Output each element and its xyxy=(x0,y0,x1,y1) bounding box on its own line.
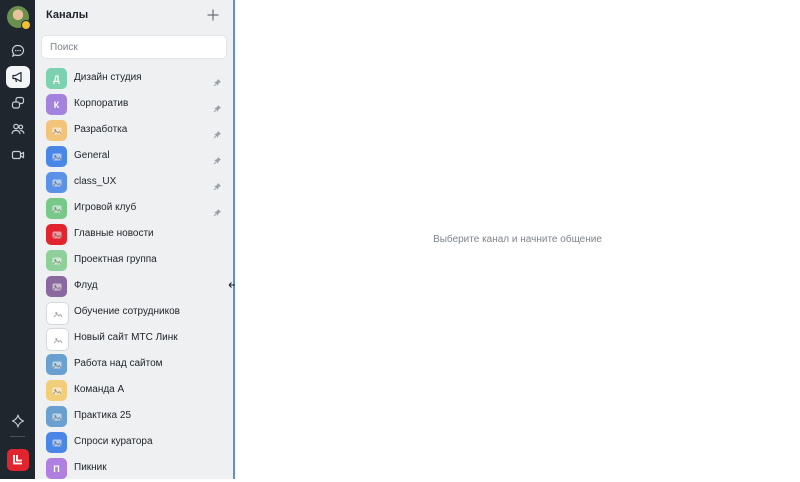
channel-image-icon xyxy=(52,179,61,186)
mts-link-logo-icon xyxy=(13,455,22,465)
channels-nav-button[interactable] xyxy=(6,66,30,88)
channel-item[interactable]: Спроси куратора xyxy=(35,430,233,456)
sparkle-icon xyxy=(11,414,25,428)
channel-name: Обучение сотрудников xyxy=(74,306,180,317)
channel-name: General xyxy=(74,150,110,161)
channel-avatar xyxy=(46,250,67,271)
channel-name: class_UX xyxy=(74,176,117,187)
pinned-indicator xyxy=(213,204,222,217)
channel-name: Команда А xyxy=(74,384,125,395)
channel-name: Спроси куратора xyxy=(74,436,153,447)
channel-list: Д Дизайн студия К Корпоратив Разработка Gener… xyxy=(35,66,233,482)
channel-avatar xyxy=(46,380,67,401)
channel-image-icon xyxy=(52,257,61,264)
main-panel: Выберите канал и начните общение xyxy=(235,0,800,479)
channel-item[interactable]: Команда А xyxy=(35,378,233,404)
contacts-icon xyxy=(11,123,25,135)
pinned-indicator xyxy=(213,126,222,139)
channel-image-icon xyxy=(53,336,62,343)
channel-avatar xyxy=(46,146,67,167)
channel-name: Главные новости xyxy=(74,228,154,239)
channel-image-icon xyxy=(52,283,61,290)
channel-name: Флуд xyxy=(74,280,98,291)
pin-icon xyxy=(213,157,221,165)
pin-icon xyxy=(213,131,221,139)
channel-name: Корпоратив xyxy=(74,98,129,109)
channel-item[interactable]: Практика 25 xyxy=(35,404,233,430)
channel-image-icon xyxy=(52,439,61,446)
channel-name: Новый сайт МТС Линк xyxy=(74,332,178,343)
channel-item[interactable]: Разработка xyxy=(35,118,233,144)
channel-image-icon xyxy=(52,205,61,212)
chats-nav-button[interactable] xyxy=(6,40,30,62)
pinned-indicator xyxy=(213,152,222,165)
contacts-nav-button[interactable] xyxy=(6,118,30,140)
pinned-indicator xyxy=(213,100,222,113)
channel-name: Дизайн студия xyxy=(74,72,142,83)
sidebar-title: Каналы xyxy=(46,9,89,21)
channel-name: Разработка xyxy=(74,124,128,135)
channel-item[interactable]: General xyxy=(35,144,233,170)
channel-item[interactable]: Игровой клуб xyxy=(35,196,233,222)
app-rail xyxy=(0,0,35,479)
channel-item[interactable]: Главные новости xyxy=(35,222,233,248)
megaphone-icon xyxy=(12,71,22,83)
search-input[interactable] xyxy=(41,35,227,59)
channel-item[interactable]: Флуд xyxy=(35,274,233,300)
plus-icon xyxy=(207,9,219,21)
channel-avatar xyxy=(46,406,67,427)
pinned-indicator xyxy=(213,178,222,191)
channels-sidebar: Каналы Д Дизайн студия К Корпоратив Разработ… xyxy=(35,0,233,479)
channel-name: Работа над сайтом xyxy=(74,358,163,369)
channel-image-icon xyxy=(52,387,61,394)
channel-image-icon xyxy=(52,153,61,160)
channel-name: Пикник xyxy=(74,462,107,473)
calls-nav-button[interactable] xyxy=(6,144,30,166)
threads-icon xyxy=(11,96,25,109)
channel-avatar xyxy=(46,302,69,325)
pin-icon xyxy=(213,183,221,191)
channel-avatar: П xyxy=(46,458,67,479)
channel-avatar xyxy=(46,120,67,141)
channel-avatar xyxy=(46,224,67,245)
channel-avatar xyxy=(46,276,67,297)
channel-avatar xyxy=(46,198,67,219)
channel-avatar xyxy=(46,328,69,351)
channel-item[interactable]: Новый сайт МТС Линк xyxy=(35,326,233,352)
pin-icon xyxy=(213,105,221,113)
channel-image-icon xyxy=(52,127,61,134)
pin-icon xyxy=(213,209,221,217)
channel-avatar xyxy=(46,354,67,375)
status-badge xyxy=(21,20,31,30)
channel-avatar: К xyxy=(46,94,67,115)
channel-name: Игровой клуб xyxy=(74,202,137,213)
channel-item[interactable]: Работа над сайтом xyxy=(35,352,233,378)
threads-nav-button[interactable] xyxy=(6,92,30,114)
user-avatar[interactable] xyxy=(7,6,31,30)
channel-item[interactable]: П Пикник xyxy=(35,456,233,482)
channel-avatar: Д xyxy=(46,68,67,89)
channel-image-icon xyxy=(52,413,61,420)
channel-name: Практика 25 xyxy=(74,410,132,421)
channel-name: Проектная группа xyxy=(74,254,157,265)
channel-item[interactable]: Обучение сотрудников xyxy=(35,300,233,326)
channel-item[interactable]: К Корпоратив xyxy=(35,92,233,118)
pinned-indicator xyxy=(213,74,222,87)
chat-bubble-icon xyxy=(11,44,25,58)
empty-state-text: Выберите канал и начните общение xyxy=(433,234,602,245)
channel-image-icon xyxy=(52,361,61,368)
add-channel-button[interactable] xyxy=(206,8,220,22)
channel-image-icon xyxy=(53,310,62,317)
channel-avatar xyxy=(46,432,67,453)
assistant-button[interactable] xyxy=(6,410,30,432)
channel-avatar xyxy=(46,172,67,193)
pin-icon xyxy=(213,79,221,87)
video-call-icon xyxy=(11,150,25,160)
channel-item[interactable]: Д Дизайн студия xyxy=(35,66,233,92)
channel-item[interactable]: Проектная группа xyxy=(35,248,233,274)
rail-divider xyxy=(10,436,25,437)
channel-image-icon xyxy=(52,231,61,238)
channel-item[interactable]: class_UX xyxy=(35,170,233,196)
app-logo[interactable] xyxy=(7,449,29,471)
